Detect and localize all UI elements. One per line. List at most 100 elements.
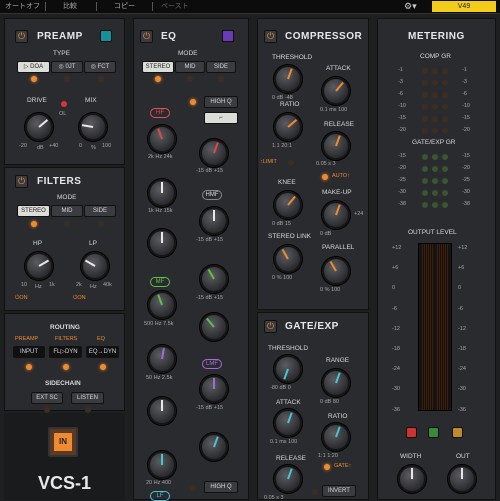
eq-side-led [218, 76, 224, 82]
limit-toggle[interactable]: ↑LIMIT [260, 159, 277, 165]
gate-range-scale: 0 dB 80 [320, 399, 339, 405]
gate-toggle[interactable]: GATE↑ [334, 463, 351, 469]
out-knob[interactable] [448, 465, 476, 493]
comp-makeup-scale: 0 dB [320, 231, 332, 237]
makeup-max: +24 [354, 211, 364, 217]
meter-green-button[interactable] [428, 427, 439, 438]
ext-sc-button[interactable]: EXT SC [31, 392, 63, 404]
gr-led [432, 104, 438, 110]
eq-side-button[interactable]: SIDE [206, 61, 236, 73]
output-scale-tick: -18 [458, 346, 466, 352]
lp-scale-min: 2k [76, 282, 82, 288]
mf-freq-knob[interactable] [148, 291, 176, 319]
comp-release-knob[interactable] [322, 132, 350, 160]
hmf-q-knob[interactable] [148, 229, 176, 257]
compressor-power-button[interactable]: ⏻ [264, 30, 277, 43]
eq-mid-button[interactable]: MID [175, 61, 205, 73]
auto-toggle[interactable]: AUTO↑ [332, 173, 350, 179]
mf-gain-knob[interactable] [200, 265, 228, 293]
hp-on-toggle[interactable]: ⏻ON [15, 295, 28, 302]
preamp-color-button[interactable] [100, 30, 112, 42]
eq-color-button[interactable] [222, 30, 234, 42]
routing-panel: ROUTING PREAMP FILTERS EQ INPUT FL▷DYN E… [4, 313, 125, 413]
mix-scale-unit: % [91, 145, 96, 151]
auto-off-menu[interactable]: オートオフ [2, 1, 43, 12]
hmf-gain-knob[interactable] [200, 207, 228, 235]
eq-stereo-button[interactable]: STEREO [142, 61, 174, 73]
eq-panel: ⏻ EQ MODE STEREO MID SIDE HF HIGH Q ⌐ 2k… [133, 18, 249, 501]
listen-button[interactable]: LISTEN [71, 392, 104, 404]
hf-shelf-button[interactable]: ⌐ [204, 112, 238, 124]
compare-menu[interactable]: 比較 [60, 1, 80, 12]
makeup-label: MAKE-UP [322, 189, 352, 196]
gate-release-knob[interactable] [274, 465, 302, 493]
mf-q-knob[interactable] [200, 313, 228, 341]
knee-label: KNEE [278, 179, 296, 186]
preamp-power-button[interactable]: ⏻ [15, 30, 28, 43]
gate-attack-knob[interactable] [274, 409, 302, 437]
gate-threshold-knob[interactable] [274, 355, 302, 383]
attack-label: ATTACK [326, 65, 351, 72]
compressor-title: COMPRESSOR [285, 31, 363, 42]
lmf-gain-knob[interactable] [200, 375, 228, 403]
stereo-link-label: STEREO LINK [268, 233, 311, 240]
filters-mid-button[interactable]: MID [51, 205, 83, 217]
lmf-q-knob[interactable] [148, 397, 176, 425]
ol-led [61, 101, 67, 107]
in-button[interactable]: IN [48, 427, 78, 457]
comp-makeup-knob[interactable] [322, 201, 350, 229]
lp-label: LP [89, 240, 97, 247]
filters-power-button[interactable]: ⏻ [15, 175, 28, 188]
comp-threshold-knob[interactable] [274, 65, 302, 93]
routing-fl-dyn-button[interactable]: FL▷DYN [49, 346, 82, 358]
gate-ratio-knob[interactable] [322, 423, 350, 451]
type-label: TYPE [53, 50, 70, 57]
lmf-freq-knob[interactable] [148, 345, 176, 373]
comp-knee-knob[interactable] [274, 191, 302, 219]
routing-input-button[interactable]: INPUT [13, 346, 45, 358]
high-q2-button[interactable]: HIGH Q [204, 481, 238, 493]
meter-red-button[interactable] [406, 427, 417, 438]
filters-side-button[interactable]: SIDE [84, 205, 116, 217]
gate-range-knob[interactable] [322, 369, 350, 397]
filters-stereo-button[interactable]: STEREO [17, 205, 50, 217]
width-knob[interactable] [398, 465, 426, 493]
lf-gain-knob[interactable] [200, 433, 228, 461]
out-label: OUT [456, 453, 470, 460]
routing-eq-dyn-button[interactable]: EQ→DYN [86, 346, 119, 358]
lmf-tag: LMF [202, 359, 222, 369]
comp-stereo-link-knob[interactable] [274, 245, 302, 273]
top-toolbar: オートオフ 比較 コピー ペースト ⚙▾ V49 [0, 0, 500, 14]
drive-knob[interactable] [25, 113, 53, 141]
hp-knob[interactable] [25, 252, 53, 280]
type-doa-button[interactable]: ▷ DOA [17, 61, 50, 73]
meter-yellow-button[interactable] [452, 427, 463, 438]
mix-knob[interactable] [79, 113, 107, 141]
copy-menu[interactable]: コピー [111, 1, 138, 12]
invert-button[interactable]: INVERT [322, 485, 356, 497]
high-q-button[interactable]: HIGH Q [204, 96, 238, 108]
hf-gain-knob[interactable] [200, 139, 228, 167]
hf-freq-knob[interactable] [148, 125, 176, 153]
comp-attack-knob[interactable] [322, 77, 350, 105]
hmf-freq-knob[interactable] [148, 179, 176, 207]
mix-scale-min: 0 [79, 143, 83, 149]
lp-knob[interactable] [81, 252, 109, 280]
comp-ratio-knob[interactable] [274, 113, 302, 141]
output-scale-tick: -6 [392, 305, 397, 312]
ol-label: OL [59, 111, 67, 117]
type-fct-button[interactable]: ◎ FCT [84, 61, 116, 73]
release-label: RELEASE [324, 121, 354, 128]
paste-menu[interactable]: ペースト [158, 1, 192, 12]
gr-scale-left: -38 [398, 201, 406, 207]
lp-on-toggle[interactable]: ⏻ON [73, 295, 86, 302]
comp-parallel-knob[interactable] [322, 257, 350, 285]
gear-icon[interactable]: ⚙▾ [404, 1, 417, 12]
type-0jt-button[interactable]: ◎ 0JT [51, 61, 83, 73]
brand-name: VCS-1 [38, 473, 92, 493]
gate-power-button[interactable]: ⏻ [264, 320, 277, 333]
routing-preamp-label: PREAMP [15, 336, 39, 342]
eq-power-button[interactable]: ⏻ [140, 30, 153, 43]
mf-tag: MF [150, 277, 170, 287]
lf-freq-knob[interactable] [148, 451, 176, 479]
